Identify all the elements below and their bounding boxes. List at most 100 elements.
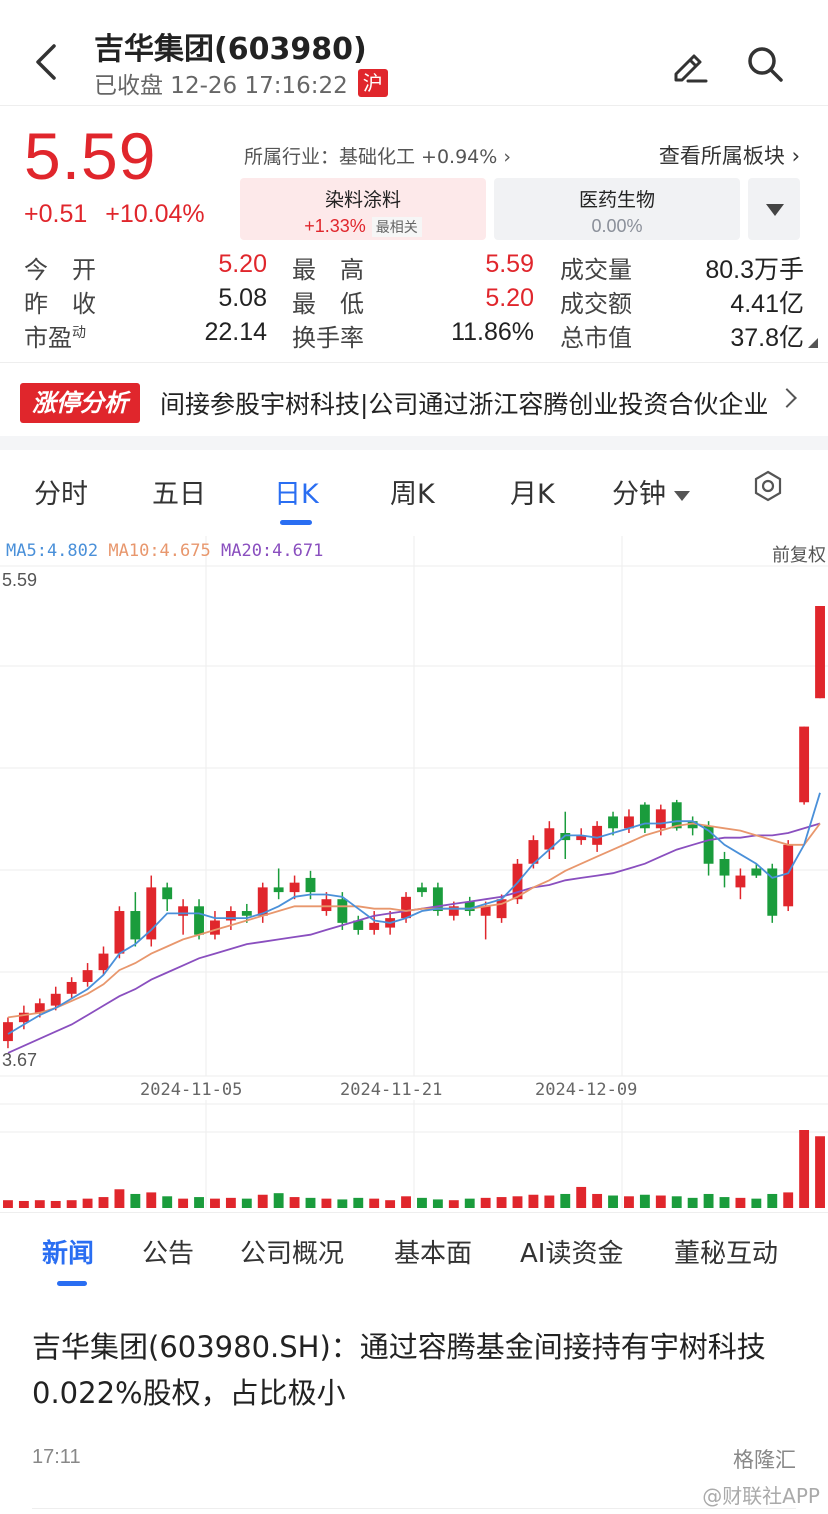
y-max-label: 5.59 [2, 570, 38, 590]
top-bar: 吉华集团(603980) 已收盘 12-26 17:16:22 沪 [0, 0, 828, 106]
chevron-right-icon [777, 388, 797, 408]
volume-bar [815, 1136, 825, 1208]
edit-icon[interactable] [668, 44, 708, 84]
view-sectors-link[interactable]: 查看所属板块 › [659, 140, 800, 170]
pe-label-sup: 动 [72, 325, 86, 341]
volume-bar [178, 1198, 189, 1208]
tab-minute[interactable]: 分钟 [612, 472, 690, 511]
news-headline[interactable]: 吉华集团(603980.SH)：通过容腾基金间接持有宇树科技0.022%股权，占… [32, 1324, 802, 1416]
tab-secretary-interaction[interactable]: 董秘互动 [674, 1233, 778, 1270]
candle-body [337, 899, 348, 923]
volume-bar [130, 1193, 141, 1208]
change-percent: +10.04% [105, 200, 205, 228]
tab-daily-k[interactable]: 日K [274, 472, 319, 511]
market-status: 已收盘 12-26 17:16:22 沪 [94, 66, 388, 100]
volume-bar [464, 1198, 475, 1208]
tab-five-day[interactable]: 五日 [152, 472, 206, 511]
volume-bar [257, 1194, 268, 1208]
candle-body [655, 809, 666, 829]
volume-bar [719, 1197, 730, 1208]
candle-body [289, 882, 300, 893]
volume-bar [369, 1198, 380, 1208]
volume-bar [592, 1193, 603, 1208]
volume-bar [337, 1199, 348, 1208]
limit-up-tag: 涨停分析 [20, 383, 140, 423]
volume-bar [34, 1200, 45, 1208]
volume-bar [162, 1196, 173, 1208]
candle-body [273, 887, 284, 893]
volume-bar [98, 1197, 109, 1208]
tab-news[interactable]: 新闻 [42, 1233, 94, 1270]
market-cap-value: 37.8亿 [730, 324, 804, 352]
volume-bar [783, 1192, 794, 1208]
tab-monthly-k[interactable]: 月K [510, 472, 555, 511]
ma-legend: MA5:4.802 MA10:4.675 MA20:4.671 [6, 541, 323, 561]
low-label: 最 低 [292, 290, 364, 318]
sector-name: 染料涂料 [324, 189, 401, 211]
tab-announcements[interactable]: 公告 [142, 1233, 194, 1270]
tab-minute-label: 分钟 [612, 479, 666, 510]
tab-fundamentals[interactable]: 基本面 [394, 1233, 472, 1270]
volume-bar [624, 1196, 634, 1208]
volume-label: 成交量 [560, 256, 632, 284]
volume-bar [560, 1193, 571, 1208]
candle-body [146, 887, 157, 940]
turnover-value: 11.86% [451, 318, 534, 346]
adjust-mode[interactable]: 前复权 [772, 541, 826, 567]
tab-weekly-k[interactable]: 周K [390, 472, 435, 511]
amount-label: 成交额 [560, 290, 632, 318]
pe-label: 市盈动 [24, 318, 86, 353]
sector-change: +1.33% 最相关 [240, 216, 486, 238]
pe-label-text: 市盈 [24, 324, 72, 352]
sector-card-dye[interactable]: 染料涂料 +1.33% 最相关 [240, 178, 486, 240]
news-time: 17:11 [32, 1446, 81, 1468]
sector-change-value: +1.33% [304, 216, 366, 236]
triangle-down-icon [766, 204, 784, 216]
exchange-badge: 沪 [357, 69, 388, 97]
prev-close-value: 5.08 [218, 284, 267, 312]
tab-intraday[interactable]: 分时 [34, 472, 88, 511]
volume-bar [432, 1199, 443, 1208]
volume-bar [50, 1200, 61, 1208]
stats-row: 今 开 5.20 最 高 5.59 成交量 80.3万手 [24, 250, 804, 284]
open-value: 5.20 [218, 250, 267, 278]
limit-up-banner[interactable]: 涨停分析 间接参股宇树科技|公司通过浙江容腾创业投资合伙企业 [0, 362, 828, 436]
tab-ai-funds[interactable]: AI读资金 [520, 1233, 623, 1270]
industry-link[interactable]: 所属行业：基础化工 +0.94% › [244, 142, 511, 169]
view-sectors-label: 查看所属板块 [658, 144, 785, 168]
prev-close-label: 昨 收 [24, 290, 96, 318]
volume-bar [114, 1189, 125, 1208]
back-arrow-icon[interactable] [28, 38, 68, 86]
candle-body [130, 911, 141, 940]
volume-bar [671, 1196, 682, 1208]
tab-company-profile[interactable]: 公司概况 [240, 1233, 344, 1270]
kline-chart[interactable] [0, 536, 828, 1208]
section-gap [0, 436, 828, 450]
volume-bar [3, 1200, 13, 1208]
candle-body [608, 816, 618, 829]
turnover-label: 换手率 [292, 324, 364, 352]
volume-bar [82, 1198, 93, 1208]
volume-bar [608, 1195, 618, 1208]
candle-body [815, 606, 825, 699]
volume-bar [687, 1197, 698, 1208]
y-min-label: 3.67 [2, 1050, 38, 1070]
candle-body [114, 911, 125, 954]
volume-bar [225, 1197, 236, 1208]
candle-body [321, 899, 332, 912]
sector-card-pharma[interactable]: 医药生物 0.00% [494, 178, 740, 240]
candle-body [66, 981, 77, 994]
volume-bar [655, 1195, 666, 1208]
candle-body [401, 896, 411, 919]
active-tab-indicator [280, 520, 312, 525]
sector-expand-button[interactable] [748, 178, 800, 240]
volume-bar [544, 1195, 555, 1208]
candle-body [225, 911, 236, 921]
settings-icon[interactable] [752, 470, 784, 502]
amount-value: 4.41亿 [730, 290, 804, 318]
quote-stats: 今 开 5.20 最 高 5.59 成交量 80.3万手 昨 收 5.08 最 … [24, 250, 818, 353]
volume-bar [18, 1200, 29, 1208]
search-icon[interactable] [745, 44, 785, 84]
volume-bar [751, 1198, 762, 1208]
expand-corner-icon[interactable] [808, 338, 818, 348]
